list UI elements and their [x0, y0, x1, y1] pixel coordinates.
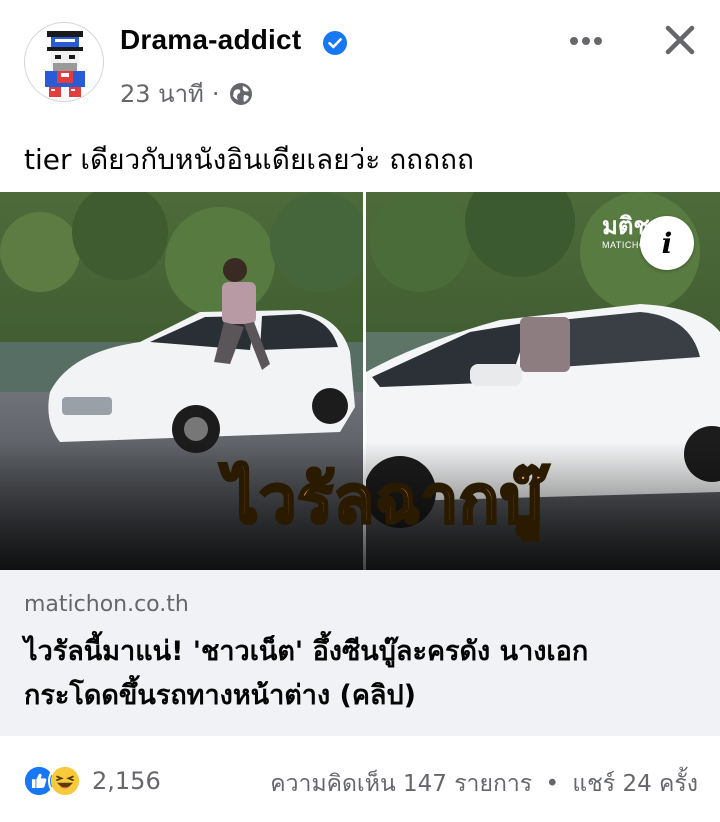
stats-separator: •: [545, 771, 560, 797]
post-text: tier เดียวกับหนังอินเดียเลยว่ะ ถถถถถ: [24, 143, 474, 176]
meta-separator: ·: [211, 79, 220, 108]
post-video-thumbnail[interactable]: ไวรัลฉากบู๊ มติชน MATICHON i: [0, 192, 720, 570]
post-footer: 2,156 ความคิดเห็น 147 รายการ • แชร์ 24 ค…: [0, 736, 720, 822]
link-preview[interactable]: matichon.co.th ไวรัลนี้มาแน่! 'ชาวเน็ต' …: [0, 570, 720, 736]
shares-count[interactable]: แชร์ 24 ครั้ง: [572, 771, 698, 797]
avatar-pixel-icon: [45, 31, 85, 97]
comments-count[interactable]: ความคิดเห็น 147 รายการ: [270, 771, 532, 797]
link-domain: matichon.co.th: [24, 592, 189, 617]
verified-badge-icon: [323, 31, 347, 55]
author-name[interactable]: Drama-addict: [120, 24, 301, 56]
link-title-line2: กระโดดขึ้นรถทางหน้าต่าง (คลิป): [24, 680, 416, 711]
post-timestamp[interactable]: 23 นาที: [120, 74, 204, 113]
reaction-count: 2,156: [92, 767, 161, 795]
avatar[interactable]: [24, 22, 104, 102]
post-meta: 23 นาที ·: [120, 74, 254, 113]
engagement-stats: ความคิดเห็น 147 รายการ • แชร์ 24 ครั้ง: [270, 766, 698, 802]
more-options-icon[interactable]: [566, 26, 606, 56]
link-title: ไวรัลนี้มาแน่! 'ชาวเน็ต' อึ้งซีนบู๊ละครด…: [24, 630, 704, 718]
link-title-line1: ไวรัลนี้มาแน่! 'ชาวเน็ต' อึ้งซีนบู๊ละครด…: [24, 636, 589, 667]
info-button[interactable]: i: [640, 216, 694, 270]
globe-icon: [229, 82, 252, 105]
haha-reaction-icon: [48, 764, 82, 798]
video-caption-overlay: ไวรัลฉากบู๊: [223, 460, 544, 540]
reaction-summary[interactable]: 2,156: [22, 764, 161, 798]
post-header: Drama-addict 23 นาที ·: [0, 0, 720, 120]
close-icon[interactable]: [660, 20, 700, 60]
info-icon: i: [661, 226, 673, 260]
